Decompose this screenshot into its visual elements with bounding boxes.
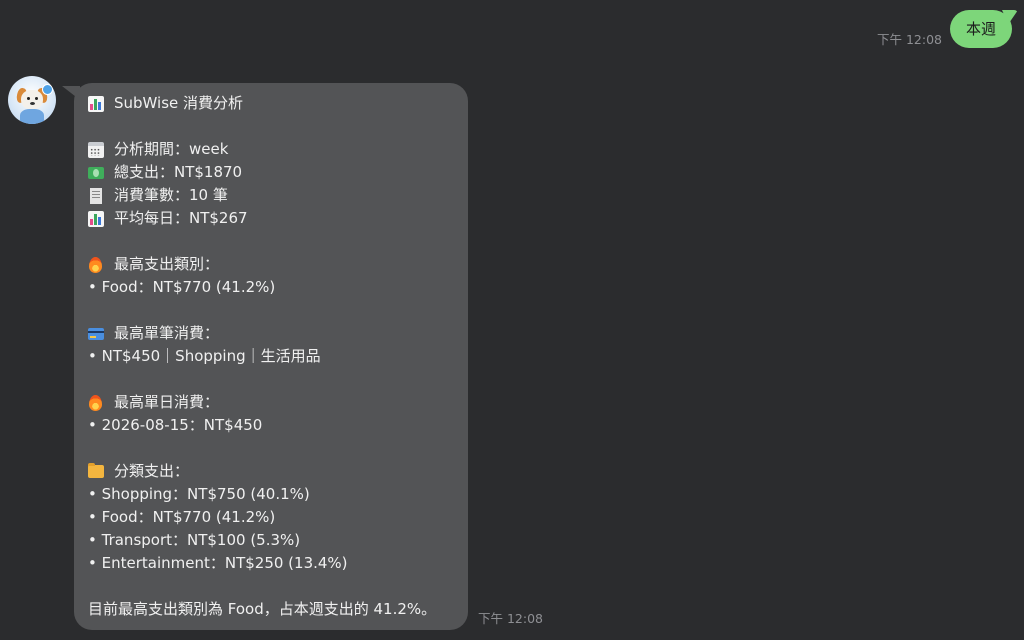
outgoing-message-row: 下午 12:08 本週 bbox=[877, 10, 1012, 48]
outgoing-timestamp: 下午 12:08 bbox=[876, 31, 942, 47]
category-text: • Food：NT$770 (41.2%) bbox=[88, 508, 276, 526]
average-text: 平均每日：NT$267 bbox=[114, 209, 248, 227]
category-item: • Transport：NT$100 (5.3%) bbox=[88, 529, 454, 552]
bar-chart-icon bbox=[88, 210, 104, 227]
outgoing-message-bubble[interactable]: 本週 bbox=[949, 10, 1012, 48]
outgoing-message-text: 本週 bbox=[965, 20, 996, 38]
period-line: 分析期間：week bbox=[88, 138, 454, 161]
category-item: • Entertainment：NT$250 (13.4%) bbox=[88, 552, 454, 575]
category-text: • Entertainment：NT$250 (13.4%) bbox=[88, 554, 348, 572]
categories-label: 分類支出： bbox=[114, 462, 190, 480]
calendar-icon bbox=[88, 141, 104, 158]
avatar-eye bbox=[35, 97, 38, 100]
count-text: 消費筆數：10 筆 bbox=[114, 186, 228, 204]
total-line: 總支出：NT$1870 bbox=[88, 161, 454, 184]
receipt-icon bbox=[90, 187, 102, 204]
avatar-dog-face bbox=[21, 90, 43, 110]
report-title: SubWise 消費分析 bbox=[114, 94, 244, 112]
top-category-label: 最高支出類別： bbox=[114, 255, 220, 273]
category-item: • Shopping：NT$750 (40.1%) bbox=[88, 483, 454, 506]
incoming-timestamp: 下午 12:08 bbox=[478, 611, 543, 626]
period-text: 分析期間：week bbox=[114, 140, 229, 158]
top-single-label: 最高單筆消費： bbox=[114, 324, 220, 342]
categories-heading: 分類支出： bbox=[88, 460, 454, 483]
incoming-message-bubble[interactable]: SubWise 消費分析 分析期間：week 總支出：NT$1870 消費筆數：… bbox=[74, 83, 468, 630]
top-category-heading: 最高支出類別： bbox=[88, 253, 454, 276]
avatar-body bbox=[20, 109, 44, 124]
top-day-text: • 2026-08-15：NT$450 bbox=[88, 416, 263, 434]
top-single-item: • NT$450｜Shopping｜生活用品 bbox=[88, 345, 454, 368]
top-single-text: • NT$450｜Shopping｜生活用品 bbox=[88, 347, 321, 365]
top-single-heading: 最高單筆消費： bbox=[88, 322, 454, 345]
average-line: 平均每日：NT$267 bbox=[88, 207, 454, 230]
total-text: 總支出：NT$1870 bbox=[114, 163, 243, 181]
report-title-line: SubWise 消費分析 bbox=[88, 92, 454, 115]
credit-card-icon bbox=[88, 327, 104, 340]
category-text: • Shopping：NT$750 (40.1%) bbox=[88, 485, 310, 503]
summary-line: 目前最高支出類別為 Food，占本週支出的 41.2%。 bbox=[88, 598, 454, 621]
summary-text: 目前最高支出類別為 Food，占本週支出的 41.2%。 bbox=[88, 600, 437, 618]
category-text: • Transport：NT$100 (5.3%) bbox=[88, 531, 301, 549]
top-day-label: 最高單日消費： bbox=[114, 393, 220, 411]
fire-icon bbox=[89, 256, 102, 273]
count-line: 消費筆數：10 筆 bbox=[88, 184, 454, 207]
chat-view: 下午 12:08 本週 SubWise 消費分析 分析期間：week 總支出：N… bbox=[0, 0, 1024, 640]
category-item: • Food：NT$770 (41.2%) bbox=[88, 506, 454, 529]
bar-chart-icon bbox=[88, 95, 104, 112]
fire-icon bbox=[89, 394, 102, 411]
top-day-item: • 2026-08-15：NT$450 bbox=[88, 414, 454, 437]
top-day-heading: 最高單日消費： bbox=[88, 391, 454, 414]
bot-avatar[interactable] bbox=[8, 76, 56, 124]
avatar-eye bbox=[27, 97, 30, 100]
verified-badge-icon bbox=[42, 84, 53, 95]
avatar-nose bbox=[30, 102, 35, 105]
top-category-text: • Food：NT$770 (41.2%) bbox=[88, 278, 276, 296]
money-icon bbox=[88, 166, 104, 179]
folder-icon bbox=[88, 463, 104, 478]
top-category-item: • Food：NT$770 (41.2%) bbox=[88, 276, 454, 299]
